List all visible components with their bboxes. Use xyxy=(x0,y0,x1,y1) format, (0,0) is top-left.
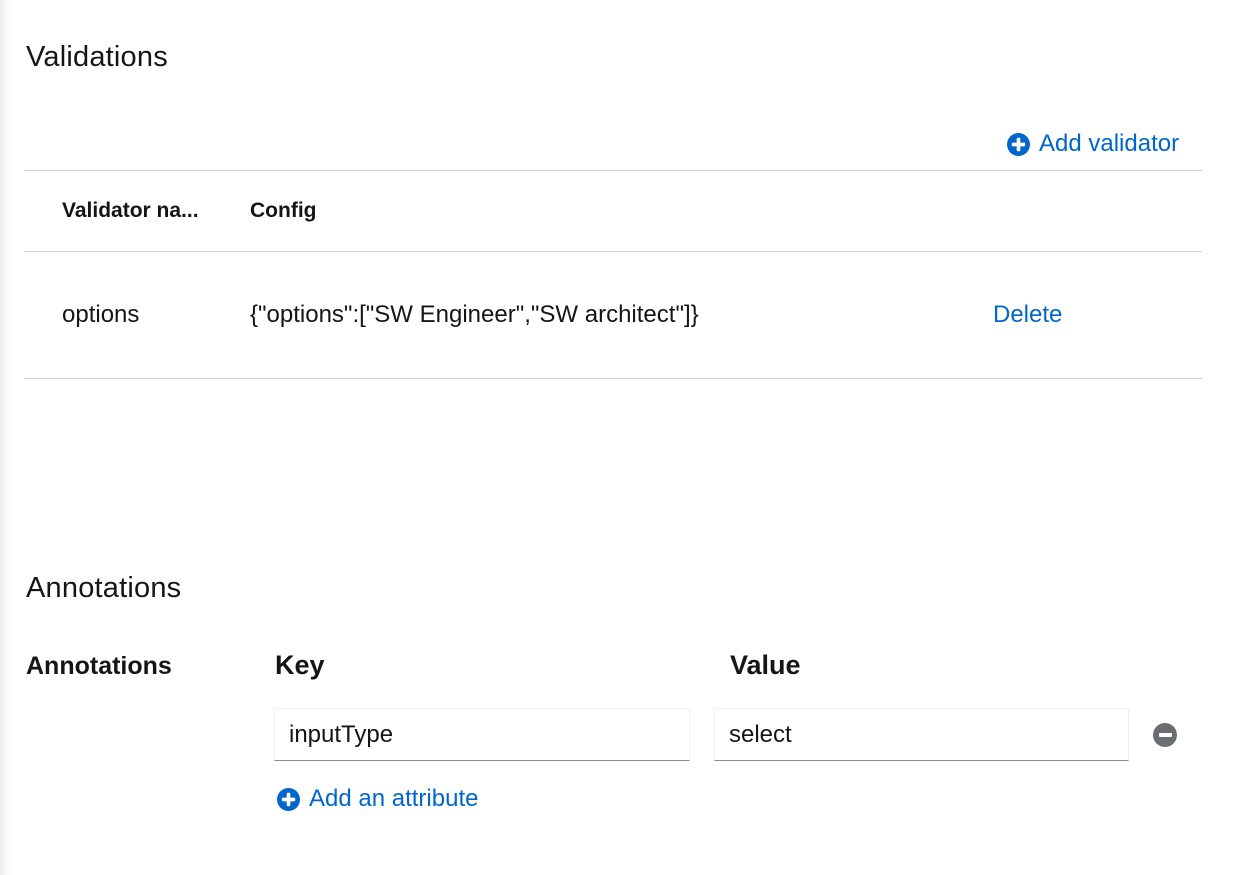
validations-section-title: Validations xyxy=(26,40,168,74)
column-header-validator-name: Validator na... xyxy=(24,199,230,223)
annotation-value-header: Value xyxy=(730,650,801,681)
annotations-section-title: Annotations xyxy=(26,571,181,605)
annotation-key-header: Key xyxy=(275,650,325,681)
remove-annotation-button[interactable] xyxy=(1153,723,1177,747)
plus-circle-icon xyxy=(277,788,300,811)
annotation-value-input[interactable] xyxy=(714,708,1129,761)
annotation-key-input[interactable] xyxy=(274,708,690,761)
validator-actions-cell: Delete xyxy=(969,301,1202,329)
validators-table-header-row: Validator na... Config xyxy=(24,170,1202,252)
validator-config-cell: {"options":["SW Engineer","SW architect"… xyxy=(230,301,969,329)
add-validator-label: Add validator xyxy=(1039,131,1179,157)
add-attribute-button[interactable]: Add an attribute xyxy=(277,786,478,812)
minus-circle-icon xyxy=(1153,723,1177,747)
page: Validations Add validator Validator na..… xyxy=(0,0,1251,875)
delete-validator-button[interactable]: Delete xyxy=(993,302,1062,328)
plus-circle-icon xyxy=(1007,133,1030,156)
validator-name-cell: options xyxy=(24,301,230,329)
add-attribute-label: Add an attribute xyxy=(309,786,478,812)
validators-table: Validator na... Config options {"options… xyxy=(24,170,1202,379)
annotations-field-label: Annotations xyxy=(26,652,172,681)
add-validator-button[interactable]: Add validator xyxy=(1007,131,1179,157)
validator-table-row: options {"options":["SW Engineer","SW ar… xyxy=(24,252,1202,379)
page-left-shadow xyxy=(0,0,11,875)
column-header-config: Config xyxy=(230,199,969,223)
